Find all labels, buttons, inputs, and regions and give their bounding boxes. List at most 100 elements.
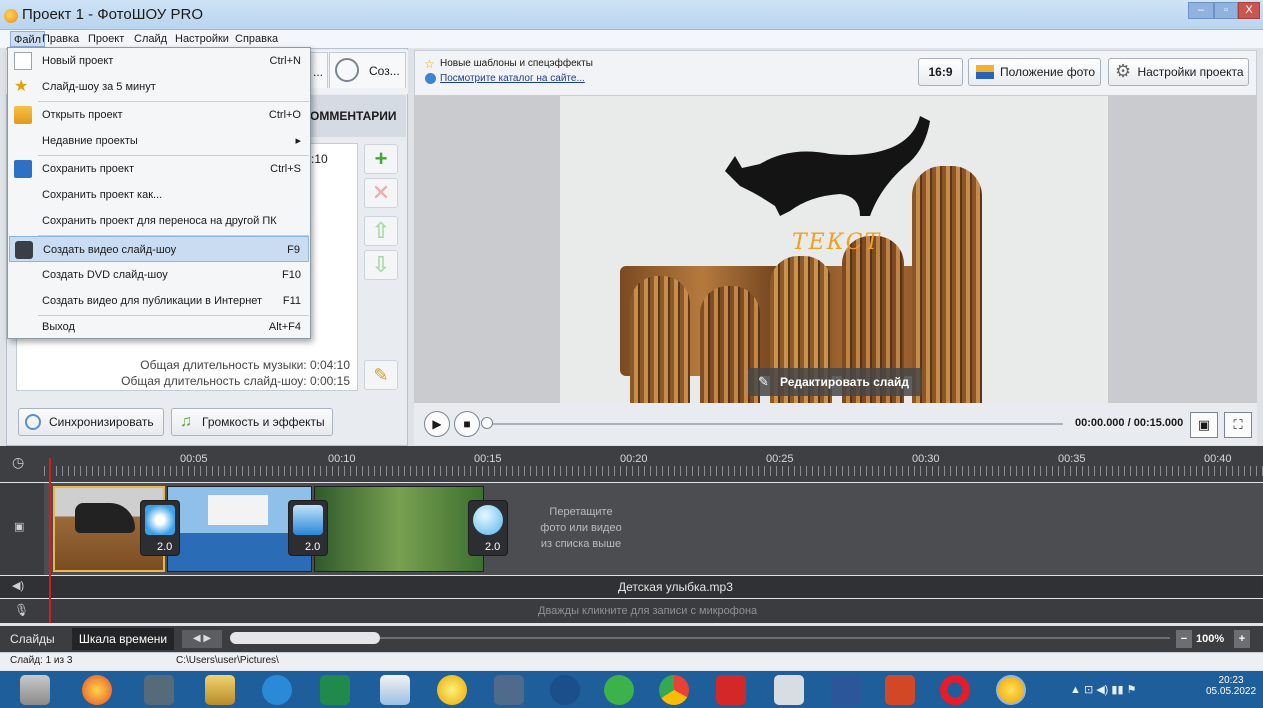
taskbar-app-icon[interactable] (20, 675, 50, 705)
drop-hint-line: из списка выше (540, 538, 622, 550)
taskbar-app-icon[interactable] (437, 675, 467, 705)
maximize-button[interactable]: ▫ (1214, 2, 1238, 19)
zoom-out-button[interactable]: − (1176, 630, 1192, 648)
menu-recent-projects[interactable]: Недавние проекты ▸ (9, 128, 309, 154)
photo-position-icon (976, 65, 994, 79)
edit-slide-label: Редактировать слайд (780, 375, 910, 389)
folder-icon (14, 106, 32, 124)
clock-icon: ◷ (12, 454, 25, 470)
transition-thumb (145, 505, 175, 535)
tab-slides[interactable]: Слайды (10, 632, 55, 646)
chrome-icon[interactable] (659, 675, 689, 705)
tick-label: 00:40 (1204, 453, 1232, 465)
seek-track[interactable] (483, 423, 1063, 425)
taskbar-app-icon[interactable] (205, 675, 235, 705)
zoom-scrollbar[interactable] (230, 632, 380, 644)
zoom-in-button[interactable]: + (1234, 630, 1250, 648)
gear-circle-icon (335, 58, 359, 82)
menu-create-dvd[interactable]: Создать DVD слайд-шоу F10 (9, 262, 309, 288)
menu-create-video[interactable]: Создать видео слайд-шоу F9 (9, 236, 309, 262)
delete-button[interactable]: ✕ (364, 178, 398, 208)
taskbar-app-icon[interactable] (82, 675, 112, 705)
project-settings-button[interactable]: ⚙ Настройки проекта (1108, 58, 1249, 86)
stop-button[interactable]: ■ (454, 411, 480, 437)
menu-exit[interactable]: Выход Alt+F4 (9, 314, 309, 340)
menu-slide[interactable]: Слайд (131, 31, 170, 47)
cat-thumb (75, 503, 135, 533)
tab-create[interactable]: Соз... (329, 52, 406, 88)
menu-slideshow-5-min[interactable]: ★ Слайд-шоу за 5 минут (9, 74, 309, 100)
menu-save-portable[interactable]: Сохранить проект для переноса на другой … (9, 208, 309, 234)
star-icon: ☆ (424, 57, 435, 71)
transition-duration: 2.0 (485, 541, 501, 553)
photo-position-label: Положение фото (999, 65, 1096, 79)
scroll-arrows[interactable]: ◀ ▶ (182, 630, 222, 648)
calculator-icon[interactable] (774, 675, 804, 705)
catalog-link[interactable]: Посмотрите каталог на сайте... (440, 73, 585, 84)
tray-icons[interactable]: ▲ ⊡ ◀) ▮▮ ⚑ (1070, 683, 1136, 696)
seek-handle[interactable] (481, 417, 493, 429)
aspect-ratio-button[interactable]: 16:9 (918, 58, 963, 86)
menu-project[interactable]: Проект (85, 31, 127, 47)
paint-icon[interactable] (380, 675, 410, 705)
transition-2[interactable]: 2.0 (288, 500, 328, 556)
tab-partial-label: ... (313, 65, 324, 79)
menu-new-project[interactable]: Новый проект Ctrl+N (9, 48, 309, 74)
acrobat-icon[interactable] (716, 675, 746, 705)
menu-save-project[interactable]: Сохранить проект Ctrl+S (9, 156, 309, 182)
music-time: :10 (311, 152, 328, 166)
add-button[interactable]: + (364, 144, 398, 174)
play-button[interactable]: ▶ (424, 411, 450, 437)
save-icon (14, 160, 32, 178)
sync-button[interactable]: Синхронизировать (18, 408, 164, 436)
tab-timeline[interactable]: Шкала времени (72, 628, 174, 650)
fotoshow-icon[interactable] (996, 675, 1026, 705)
menu-create-web-video[interactable]: Создать видео для публикации в Интернет … (9, 288, 309, 314)
transition-3[interactable]: 2.0 (468, 500, 508, 556)
playhead[interactable] (49, 458, 51, 623)
transition-thumb (293, 505, 323, 535)
word-icon[interactable] (831, 675, 861, 705)
new-document-icon (14, 52, 32, 70)
slide-photo: ТЕКСТ ✎ Редактировать слайд (560, 96, 1108, 403)
slide-clip-3[interactable] (314, 486, 484, 572)
camera-icon (15, 241, 33, 259)
snapshot-button[interactable]: ▣ (1190, 412, 1218, 438)
close-button[interactable]: X (1238, 2, 1260, 19)
clock-icon (25, 414, 41, 430)
current-path: C:\Users\user\Pictures\ (176, 655, 279, 666)
move-down-button[interactable]: ⇩ (364, 250, 398, 280)
powerpoint-icon[interactable] (885, 675, 915, 705)
opera-icon[interactable] (940, 675, 970, 705)
menu-help[interactable]: Справка (232, 31, 281, 47)
tray-clock[interactable]: 20:23 05.05.2022 (1206, 675, 1256, 697)
move-up-button[interactable]: ⇧ (364, 216, 398, 246)
new-templates-text: Новые шаблоны и спецэффекты (440, 58, 593, 69)
edit-slide-button[interactable]: ✎ Редактировать слайд (748, 368, 922, 396)
menu-edit[interactable]: Правка (39, 31, 82, 47)
transition-1[interactable]: 2.0 (140, 500, 180, 556)
time-readout: 00:00.000 / 00:15.000 (1075, 417, 1184, 429)
pencil-icon: ✎ (758, 374, 769, 389)
brush-button[interactable]: ✎ (364, 360, 398, 390)
volume-effects-button[interactable]: ♫ Громкость и эффекты (171, 408, 333, 436)
menu-settings[interactable]: Настройки (172, 31, 232, 47)
taskbar-app-icon[interactable] (494, 675, 524, 705)
music-total-duration: Общая длительность музыки: 0:04:10 (140, 358, 350, 372)
ruler-marks (44, 466, 1263, 476)
menu-open-project[interactable]: Открыть проект Ctrl+O (9, 102, 309, 128)
window-title: Проект 1 - ФотоШОУ PRO (22, 6, 203, 23)
internet-explorer-icon[interactable] (262, 675, 292, 705)
info-icon (425, 73, 436, 84)
excel-icon[interactable] (320, 675, 350, 705)
zoom-level: 100% (1196, 633, 1225, 645)
headphones-icon[interactable] (550, 675, 580, 705)
comments-header[interactable]: ОММЕНТАРИИ (310, 95, 406, 137)
photo-position-button[interactable]: Положение фото (968, 58, 1101, 86)
drop-hint: Перетащите фото или видео из списка выше (536, 504, 626, 552)
menu-save-as[interactable]: Сохранить проект как... (9, 182, 309, 208)
fullscreen-button[interactable]: ⛶ (1224, 412, 1252, 438)
taskbar-app-icon[interactable] (144, 675, 174, 705)
taskbar-app-icon[interactable] (604, 675, 634, 705)
minimize-button[interactable]: – (1188, 2, 1214, 19)
